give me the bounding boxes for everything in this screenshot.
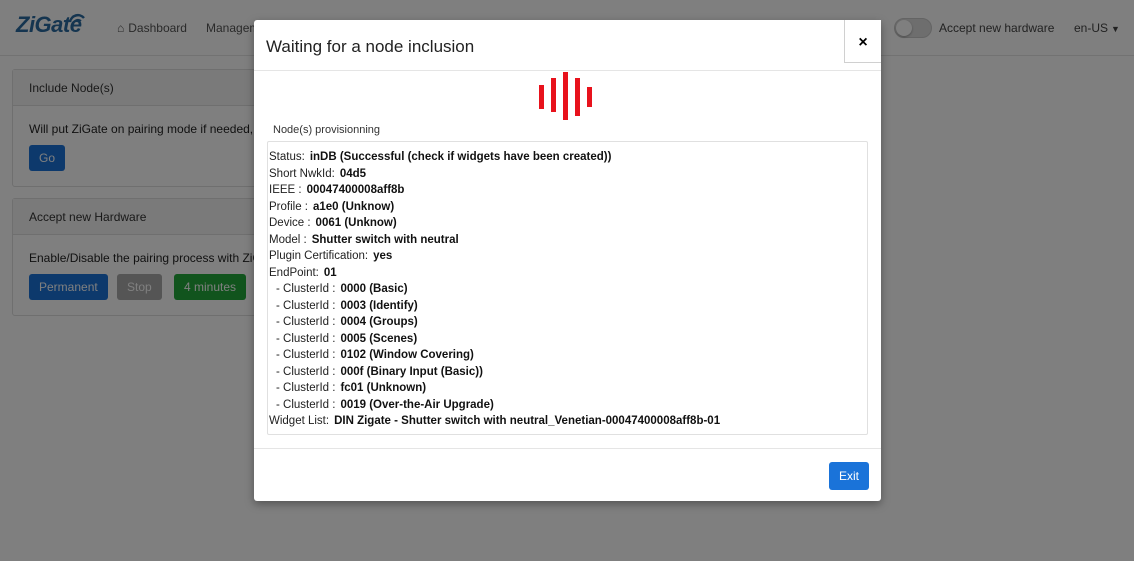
- detail-row: Widget List: DIN Zigate - Shutter switch …: [268, 413, 867, 430]
- detail-label: Widget List:: [269, 415, 330, 427]
- detail-value: 0005 (Scenes): [340, 332, 418, 345]
- detail-row: - ClusterId : 0005 (Scenes): [268, 331, 867, 348]
- detail-label: EndPoint:: [269, 266, 319, 279]
- detail-row: - ClusterId : 0102 (Window Covering): [268, 347, 867, 364]
- detail-label: Device :: [269, 217, 311, 229]
- detail-label: Plugin Certification:: [269, 250, 369, 262]
- modal-footer: Exit: [254, 448, 881, 501]
- detail-value: a1e0 (Unknow): [313, 200, 395, 213]
- detail-label: - ClusterId :: [276, 283, 336, 295]
- detail-label: Profile :: [269, 200, 308, 213]
- detail-row: - ClusterId : 0019 (Over-the-Air Upgrade): [268, 397, 867, 414]
- detail-label: Model :: [269, 233, 307, 246]
- detail-value: 0000 (Basic): [340, 283, 408, 295]
- detail-label: Short NwkId:: [269, 167, 335, 180]
- detail-label: - ClusterId :: [276, 398, 336, 411]
- detail-row: EndPoint: 01: [268, 265, 867, 282]
- detail-label: - ClusterId :: [276, 349, 336, 361]
- detail-row: - ClusterId : 0003 (Identify): [268, 298, 867, 315]
- detail-value: 0102 (Window Covering): [340, 349, 474, 361]
- detail-label: IEEE :: [269, 184, 302, 196]
- modal-header: Waiting for a node inclusion ×: [254, 20, 881, 71]
- node-inclusion-modal: Waiting for a node inclusion × Node(s) p…: [254, 20, 881, 501]
- detail-row: - ClusterId : 0004 (Groups): [268, 314, 867, 331]
- exit-button[interactable]: Exit: [829, 462, 870, 490]
- loading-spinner-icon: [539, 72, 592, 120]
- detail-row: - ClusterId : 0000 (Basic): [268, 281, 867, 298]
- detail-label: - ClusterId :: [276, 316, 336, 328]
- detail-value: 0004 (Groups): [340, 316, 418, 328]
- close-button[interactable]: ×: [844, 20, 881, 63]
- modal-title: Waiting for a node inclusion: [266, 37, 475, 56]
- detail-label: - ClusterId :: [276, 299, 336, 312]
- detail-row: Status: inDB (Successful (check if widget…: [268, 149, 867, 166]
- detail-value: yes: [373, 250, 393, 262]
- detail-value: 0003 (Identify): [340, 299, 418, 312]
- detail-value: 0019 (Over-the-Air Upgrade): [340, 398, 494, 411]
- detail-row: IEEE : 00047400008aff8b: [268, 182, 867, 199]
- detail-label: Status:: [269, 151, 305, 163]
- detail-value: 01: [323, 266, 337, 279]
- detail-value: 0061 (Unknow): [315, 217, 397, 229]
- detail-row: Device : 0061 (Unknow): [268, 215, 867, 232]
- detail-row: - ClusterId : fc01 (Unknown): [268, 380, 867, 397]
- detail-label: - ClusterId :: [276, 365, 336, 378]
- detail-value: 04d5: [339, 167, 367, 180]
- detail-row: Model : Shutter switch with neutral: [268, 232, 867, 249]
- detail-value: 000f (Binary Input (Basic)): [340, 365, 483, 378]
- detail-value: DIN Zigate - Shutter switch with neutral…: [334, 415, 721, 427]
- detail-label: - ClusterId :: [276, 382, 336, 394]
- detail-value: 00047400008aff8b: [306, 184, 405, 196]
- detail-label: - ClusterId :: [276, 332, 336, 345]
- detail-value: fc01 (Unknown): [340, 382, 427, 394]
- provisioning-label: Node(s) provisionning: [273, 124, 380, 136]
- detail-row: - ClusterId : 000f (Binary Input (Basic)): [268, 364, 867, 381]
- detail-value: Shutter switch with neutral: [311, 233, 459, 246]
- detail-row: Plugin Certification: yes: [268, 248, 867, 265]
- detail-row: Profile : a1e0 (Unknow): [268, 199, 867, 216]
- detail-row: Short NwkId: 04d5: [268, 166, 867, 183]
- detail-value: inDB (Successful (check if widgets have …: [309, 151, 612, 163]
- node-details-box: Status: inDB (Successful (check if widget…: [267, 141, 868, 435]
